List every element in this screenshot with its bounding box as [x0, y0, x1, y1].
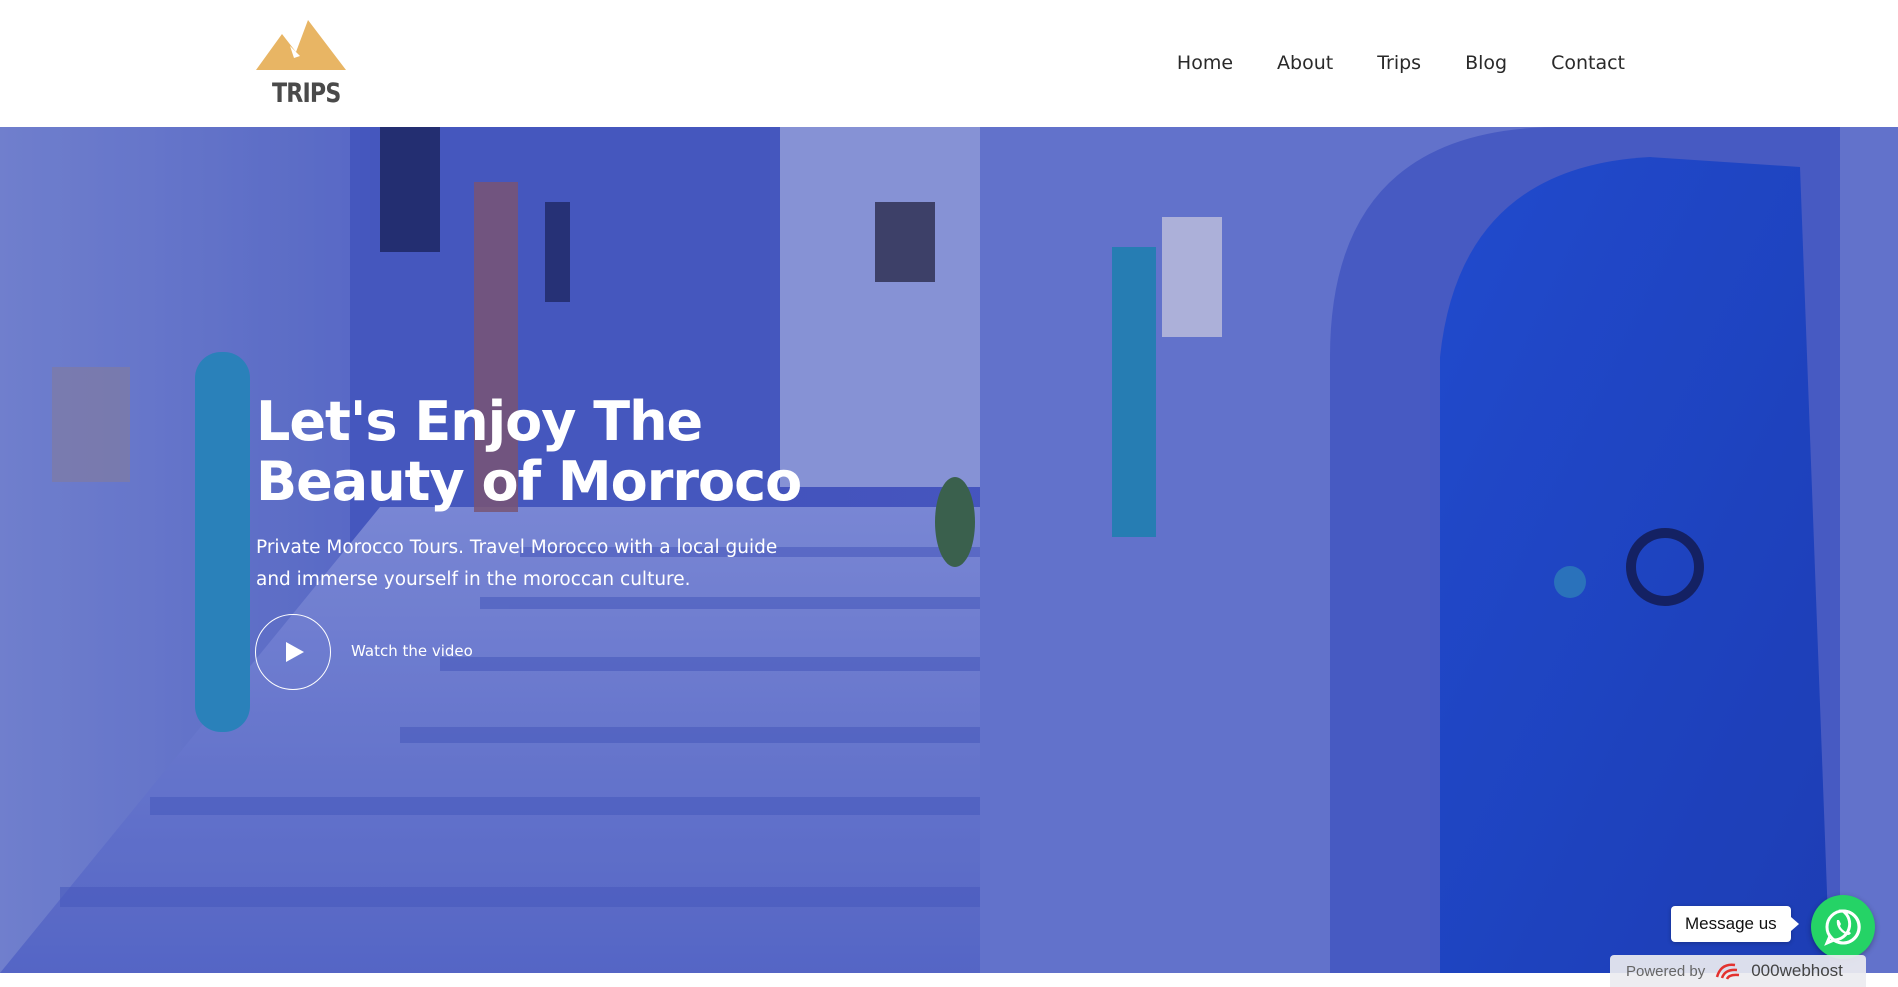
host-name-label: 000webhost	[1751, 961, 1843, 980]
watch-video-link[interactable]: Watch the video	[351, 642, 473, 660]
whatsapp-icon	[1824, 909, 1861, 946]
logo[interactable]: TRIPS	[254, 18, 350, 110]
logo-text: TRIPS	[272, 78, 341, 109]
hero-title: Let's Enjoy The Beauty of Morroco	[256, 392, 876, 512]
powered-by-label: Powered by	[1626, 962, 1706, 980]
message-us-button[interactable]: Message us	[1671, 906, 1799, 942]
powered-by-badge[interactable]: Powered by 000webhost	[1610, 955, 1866, 987]
nav-home[interactable]: Home	[1177, 52, 1233, 74]
nav-contact[interactable]: Contact	[1551, 52, 1625, 74]
hero-section: Let's Enjoy The Beauty of Morroco Privat…	[0, 127, 1898, 973]
mountain-logo-icon	[256, 20, 346, 70]
whatsapp-button[interactable]	[1811, 895, 1875, 959]
hero-title-line1: Let's Enjoy The	[256, 390, 703, 453]
play-icon	[286, 642, 304, 662]
nav-about[interactable]: About	[1277, 52, 1333, 74]
main-nav: Home About Trips Blog Contact	[1133, 52, 1625, 74]
nav-trips[interactable]: Trips	[1377, 52, 1421, 74]
hero-subtitle: Private Morocco Tours. Travel Morocco wi…	[256, 537, 778, 590]
hero-title-line2: Beauty of Morroco	[256, 450, 802, 513]
nav-blog[interactable]: Blog	[1465, 52, 1507, 74]
site-header: TRIPS Home About Trips Blog Contact	[0, 0, 1898, 127]
play-video-button[interactable]	[255, 614, 331, 690]
webhost-logo-icon	[1716, 963, 1740, 980]
